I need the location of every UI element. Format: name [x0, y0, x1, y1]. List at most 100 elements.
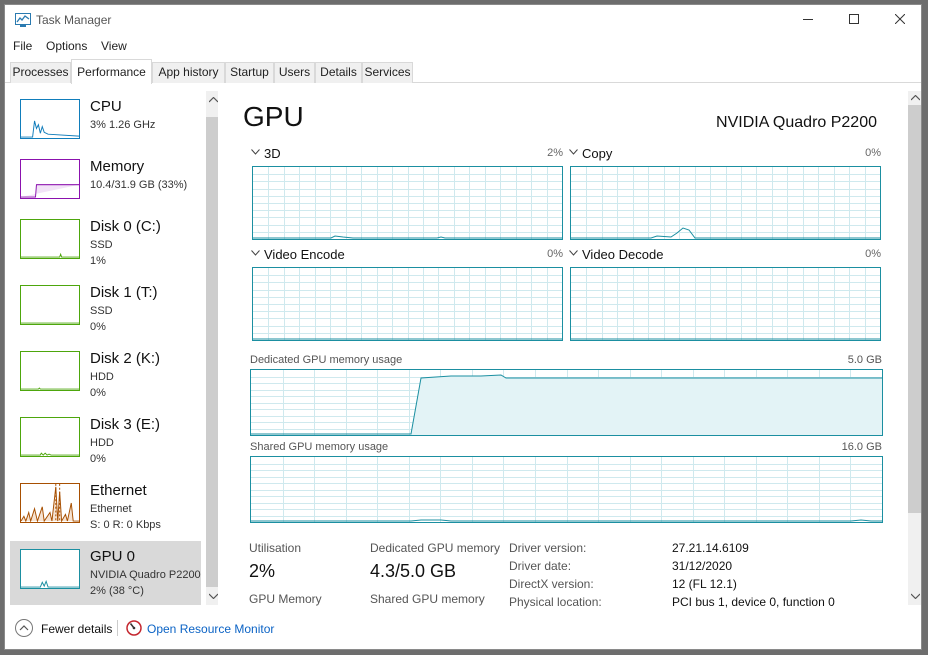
- chevron-down-icon[interactable]: [569, 149, 578, 155]
- minimize-button[interactable]: [785, 5, 831, 35]
- sidebar-thumbnail-graph: [20, 99, 80, 139]
- sidebar-item-detail: 0%: [90, 321, 106, 333]
- sidebar-item-name: Disk 1 (T:): [90, 284, 158, 301]
- engine-copy-plot: [571, 167, 880, 239]
- engine-3d-graph: [252, 166, 563, 240]
- main-scroll-thumb[interactable]: [908, 105, 921, 513]
- sidebar-thumbnail-graph: [20, 549, 80, 589]
- driver-version-value: 27.21.14.6109: [672, 541, 749, 555]
- sidebar-item-name: Disk 2 (K:): [90, 350, 161, 367]
- fewer-details-button[interactable]: Fewer details: [41, 622, 112, 636]
- sidebar-scrollbar[interactable]: [206, 91, 218, 605]
- tab-users[interactable]: Users: [274, 62, 315, 83]
- tab-startup[interactable]: Startup: [225, 62, 274, 83]
- menu-file[interactable]: File: [13, 39, 32, 53]
- engine-copy-label[interactable]: Copy: [582, 146, 612, 161]
- sidebar-thumbnail-graph: [20, 351, 80, 391]
- scroll-down-icon[interactable]: [911, 593, 920, 599]
- minimize-icon: [803, 19, 813, 20]
- shared-memory-max: 16.0 GB: [841, 441, 882, 453]
- sidebar-item-name: CPU: [90, 98, 122, 115]
- sidebar-item-ethernet[interactable]: Ethernet Ethernet S: 0 R: 0 Kbps: [10, 475, 201, 539]
- task-manager-icon: [15, 13, 31, 27]
- sidebar-item-disk-3-e[interactable]: Disk 3 (E:) HDD 0%: [10, 409, 201, 473]
- dedicated-memory-max: 5.0 GB: [847, 354, 882, 366]
- scroll-up-icon[interactable]: [911, 95, 920, 101]
- sidebar-item-name: Ethernet: [90, 482, 147, 499]
- sidebar-item-disk-2-k[interactable]: Disk 2 (K:) HDD 0%: [10, 343, 201, 407]
- gpu-memory-label: GPU Memory: [249, 592, 322, 606]
- resource-monitor-icon[interactable]: [126, 620, 142, 636]
- engine-video-decode-label[interactable]: Video Decode: [582, 247, 663, 262]
- scroll-down-icon[interactable]: [209, 593, 218, 599]
- sidebar-item-detail: HDD: [90, 437, 114, 449]
- sidebar-thumbnail-graph: [20, 417, 80, 457]
- open-resource-monitor-link[interactable]: Open Resource Monitor: [147, 622, 274, 636]
- physical-location-value: PCI bus 1, device 0, function 0: [672, 595, 835, 609]
- engine-video-encode-label[interactable]: Video Encode: [264, 247, 345, 262]
- sidebar-item-name: Disk 3 (E:): [90, 416, 161, 433]
- dedicated-gpu-memory-value: 4.3/5.0 GB: [370, 561, 457, 581]
- tab-performance[interactable]: Performance: [71, 59, 152, 84]
- driver-date-key: Driver date:: [509, 559, 572, 573]
- dedicated-memory-label: Dedicated GPU memory usage: [250, 354, 403, 366]
- scroll-up-icon[interactable]: [209, 97, 218, 103]
- engine-video-encode-plot: [253, 268, 562, 340]
- sidebar-thumbnail-graph: [20, 483, 80, 523]
- tab-details[interactable]: Details: [315, 62, 362, 83]
- engine-video-encode-graph: [252, 267, 563, 341]
- maximize-button[interactable]: [831, 5, 877, 35]
- sidebar-thumbnail-graph: [20, 219, 80, 259]
- chevron-up-circle-icon[interactable]: [15, 619, 33, 637]
- sidebar-item-disk-1-t[interactable]: Disk 1 (T:) SSD 0%: [10, 277, 201, 341]
- sidebar-item-disk-0-c[interactable]: Disk 0 (C:) SSD 1%: [10, 211, 201, 275]
- sidebar-item-gpu-0[interactable]: GPU 0 NVIDIA Quadro P2200 2% (38 °C): [10, 541, 201, 605]
- sidebar-item-name: GPU 0: [90, 548, 136, 565]
- tab-services[interactable]: Services: [362, 62, 413, 83]
- engine-copy-pct: 0%: [865, 147, 881, 159]
- page-title: GPU: [243, 101, 304, 132]
- sidebar-item-detail: S: 0 R: 0 Kbps: [90, 519, 161, 531]
- sidebar-item-detail: Ethernet: [90, 503, 132, 515]
- engine-video-decode-plot: [571, 268, 880, 340]
- sidebar-scroll-thumb[interactable]: [206, 117, 218, 587]
- menu-view[interactable]: View: [101, 39, 127, 53]
- title-bar: Task Manager: [5, 5, 921, 35]
- gpu-model-name: NVIDIA Quadro P2200: [716, 114, 877, 131]
- footer-divider: [117, 620, 118, 636]
- gpu-detail-panel: GPU NVIDIA Quadro P2200 3D 2% Copy 0% Vi…: [221, 91, 921, 609]
- sidebar-item-name: Disk 0 (C:): [90, 218, 161, 235]
- close-button[interactable]: [877, 5, 921, 35]
- sidebar-item-detail: 1%: [90, 255, 106, 267]
- shared-memory-plot: [251, 457, 882, 522]
- dedicated-memory-plot: [251, 370, 882, 435]
- physical-location-key: Physical location:: [509, 595, 602, 609]
- tab-processes[interactable]: Processes: [10, 62, 71, 83]
- driver-version-key: Driver version:: [509, 541, 587, 555]
- main-scrollbar[interactable]: [908, 91, 921, 605]
- directx-version-key: DirectX version:: [509, 577, 594, 591]
- sidebar-item-detail: HDD: [90, 371, 114, 383]
- shared-memory-graph: [250, 456, 883, 523]
- utilisation-label: Utilisation: [249, 541, 302, 555]
- utilisation-value: 2%: [249, 561, 276, 581]
- chevron-down-icon[interactable]: [569, 250, 578, 256]
- sidebar-item-memory[interactable]: Memory 10.4/31.9 GB (33%): [10, 151, 201, 215]
- sidebar-item-detail: 0%: [90, 453, 106, 465]
- close-icon: [895, 14, 905, 24]
- sidebar-item-detail: 0%: [90, 387, 106, 399]
- menu-bar: File Options View: [5, 37, 921, 57]
- chevron-down-icon[interactable]: [251, 149, 260, 155]
- maximize-icon: [849, 14, 859, 24]
- engine-3d-plot: [253, 167, 562, 239]
- chevron-down-icon[interactable]: [251, 250, 260, 256]
- engine-3d-label[interactable]: 3D: [264, 146, 281, 161]
- engine-3d-pct: 2%: [547, 147, 563, 159]
- engine-video-decode-pct: 0%: [865, 248, 881, 260]
- sidebar-item-detail: SSD: [90, 239, 113, 251]
- sidebar-item-detail: 10.4/31.9 GB (33%): [90, 179, 188, 191]
- sidebar-item-cpu[interactable]: CPU 3% 1.26 GHz: [10, 91, 201, 155]
- shared-memory-label: Shared GPU memory usage: [250, 441, 389, 453]
- menu-options[interactable]: Options: [46, 39, 87, 53]
- tab-app-history[interactable]: App history: [152, 62, 225, 83]
